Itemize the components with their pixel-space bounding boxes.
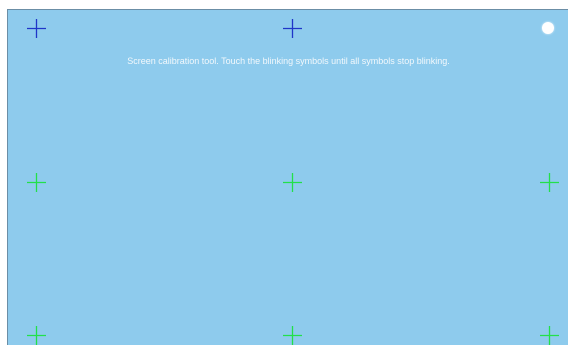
- target-top-right-blinking-dot-icon[interactable]: [542, 22, 554, 34]
- target-top-center-crosshair-icon[interactable]: [283, 19, 302, 38]
- calibration-instruction: Screen calibration tool. Touch the blink…: [127, 56, 450, 66]
- target-bottom-right-crosshair-icon[interactable]: [540, 326, 559, 345]
- target-bottom-left-crosshair-icon[interactable]: [27, 326, 46, 345]
- target-bottom-center-crosshair-icon[interactable]: [283, 326, 302, 345]
- target-middle-center-crosshair-icon[interactable]: [283, 173, 302, 192]
- target-middle-right-crosshair-icon[interactable]: [540, 173, 559, 192]
- target-middle-left-crosshair-icon[interactable]: [27, 173, 46, 192]
- target-top-left-crosshair-icon[interactable]: [27, 19, 46, 38]
- calibration-screen[interactable]: Screen calibration tool. Touch the blink…: [7, 9, 568, 345]
- window-frame: Screen calibration tool. Touch the blink…: [0, 0, 568, 345]
